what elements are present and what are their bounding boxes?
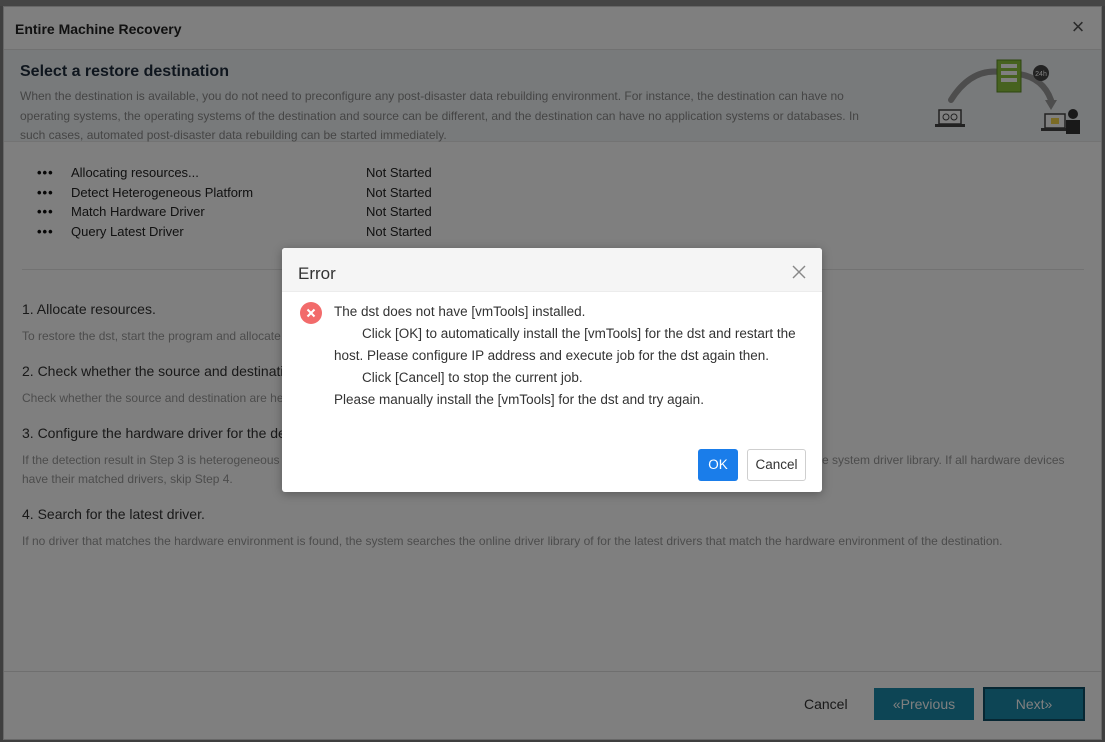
error-line: Click [Cancel] to stop the current job. xyxy=(362,370,583,385)
error-dialog-header: Error xyxy=(282,248,822,292)
ok-button[interactable]: OK xyxy=(698,449,738,481)
error-line: The dst does not have [vmTools] installe… xyxy=(334,304,586,319)
error-dialog: Error The dst does not have [vmTools] in… xyxy=(282,248,822,492)
error-message: The dst does not have [vmTools] installe… xyxy=(334,301,804,411)
error-line: Please manually install the [vmTools] fo… xyxy=(334,392,704,407)
error-icon xyxy=(300,302,322,324)
error-cancel-button[interactable]: Cancel xyxy=(747,449,806,481)
error-line: Click [OK] to automatically install the … xyxy=(334,326,796,363)
close-icon[interactable] xyxy=(792,265,806,279)
error-dialog-title: Error xyxy=(298,264,336,283)
